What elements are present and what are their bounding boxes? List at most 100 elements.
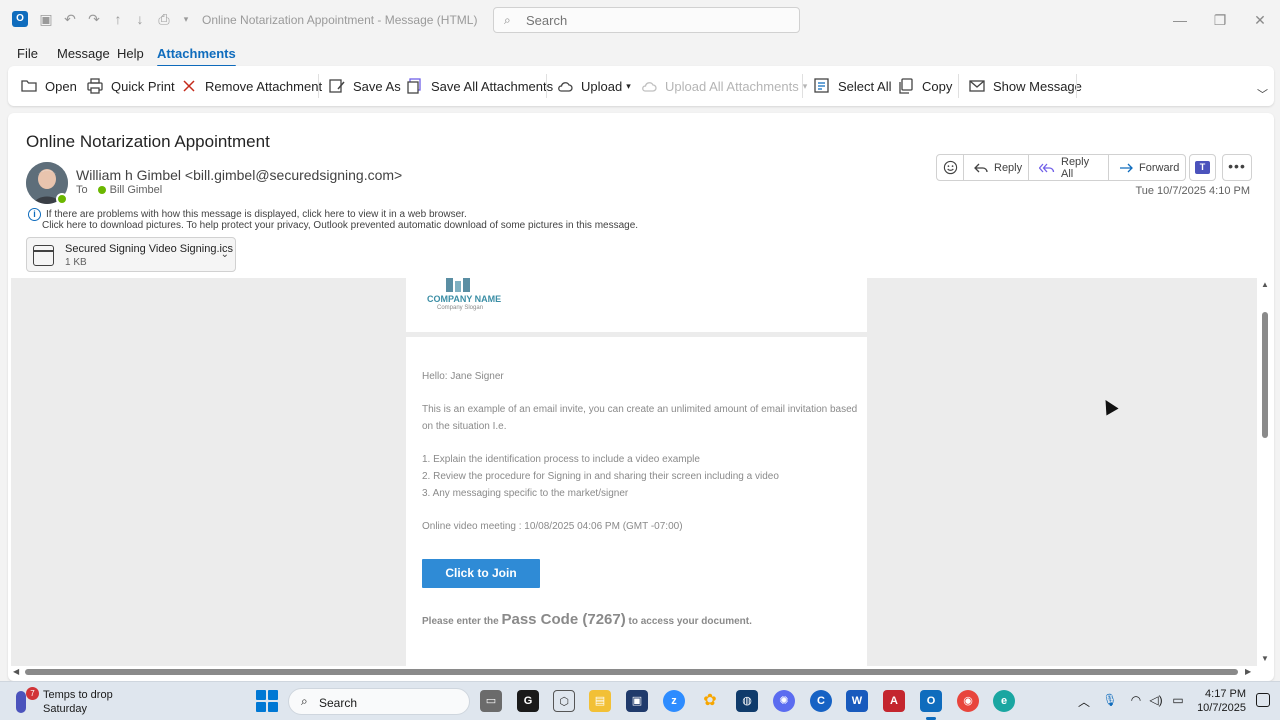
app-hexagon-icon[interactable]: ⬡ bbox=[553, 690, 575, 712]
company-slogan: Company Slogan bbox=[437, 305, 484, 311]
app-g-icon[interactable]: G bbox=[517, 690, 539, 712]
reply-all-button[interactable]: Reply All bbox=[1029, 155, 1109, 180]
reply-button[interactable]: Reply bbox=[964, 155, 1029, 180]
notification-center-icon[interactable] bbox=[1256, 693, 1270, 707]
word-icon[interactable]: W bbox=[846, 690, 868, 712]
redo-icon[interactable]: ↷ bbox=[86, 11, 102, 27]
message-subject: Online Notarization Appointment bbox=[26, 132, 270, 151]
copy-icon bbox=[897, 77, 915, 95]
ribbon-expand-chevron-icon[interactable]: ﹀ bbox=[1257, 86, 1268, 102]
save-icon[interactable]: ▣ bbox=[38, 11, 54, 27]
message-actions: Reply Reply All Forward bbox=[936, 154, 1186, 181]
edge-icon[interactable]: e bbox=[993, 690, 1015, 712]
ribbon-divider bbox=[1076, 74, 1077, 98]
save-all-attachments-button[interactable]: Save All Attachments bbox=[406, 66, 553, 106]
print-icon[interactable]: ⎙ bbox=[156, 11, 172, 27]
scroll-up-arrow-icon[interactable]: ▲ bbox=[1260, 280, 1270, 289]
copy-button[interactable]: Copy bbox=[897, 66, 952, 106]
forward-arrow-icon bbox=[1119, 162, 1133, 174]
window-title: Online Notarization Appointment - Messag… bbox=[202, 13, 478, 27]
weather-widget[interactable]: 7 Temps to drop Saturday bbox=[12, 687, 132, 717]
tab-message[interactable]: Message bbox=[57, 46, 110, 61]
select-all-button[interactable]: Select All bbox=[813, 66, 891, 106]
scroll-right-arrow-icon[interactable]: ▶ bbox=[1245, 667, 1251, 676]
chrome-icon[interactable]: ◉ bbox=[957, 690, 979, 712]
app-c-icon[interactable]: C bbox=[810, 690, 832, 712]
upload-button[interactable]: Upload ▾ bbox=[556, 66, 631, 106]
click-to-join-button[interactable]: Click to Join bbox=[422, 559, 540, 588]
recipient-name[interactable]: Bill Gimbel bbox=[110, 184, 163, 196]
search-box[interactable]: ⌕ bbox=[493, 7, 800, 33]
app-flower-icon[interactable]: ✿ bbox=[699, 690, 721, 712]
reply-arrow-icon bbox=[974, 162, 988, 174]
attachment-name: Secured Signing Video Signing.ics bbox=[65, 243, 233, 255]
zoom-icon[interactable]: z bbox=[663, 690, 685, 712]
show-hidden-icons-chevron-icon[interactable]: ︿ bbox=[1076, 693, 1092, 710]
outlook-taskbar-icon[interactable]: O bbox=[920, 690, 942, 720]
open-button[interactable]: Open bbox=[20, 66, 77, 106]
save-all-icon bbox=[406, 77, 424, 95]
info-text-web-view: If there are problems with how this mess… bbox=[46, 209, 467, 220]
vertical-scroll-thumb[interactable] bbox=[1262, 312, 1268, 438]
app-display-icon[interactable]: ▣ bbox=[626, 690, 648, 712]
info-bar-download-pictures[interactable]: Click here to download pictures. To help… bbox=[42, 220, 638, 231]
attachment-size: 1 KB bbox=[65, 257, 87, 268]
acrobat-icon[interactable]: A bbox=[883, 690, 905, 712]
reply-all-arrow-icon bbox=[1039, 162, 1055, 174]
calendar-file-icon bbox=[33, 245, 54, 266]
sender-name[interactable]: William h Gimbel <bill.gimbel@securedsig… bbox=[76, 167, 402, 183]
ribbon-divider bbox=[958, 74, 959, 98]
react-button[interactable] bbox=[937, 155, 964, 180]
upload-all-attachments-label: Upload All Attachments bbox=[665, 78, 799, 94]
teams-button[interactable]: T bbox=[1189, 154, 1216, 181]
more-actions-button[interactable]: ••• bbox=[1222, 154, 1252, 181]
select-all-icon bbox=[813, 77, 831, 95]
to-label: To bbox=[76, 184, 88, 196]
remove-attachment-button[interactable]: Remove Attachment bbox=[180, 66, 322, 106]
tab-attachments[interactable]: Attachments bbox=[157, 46, 236, 67]
close-icon[interactable]: ✕ bbox=[1250, 10, 1270, 30]
tab-file[interactable]: File bbox=[17, 46, 38, 61]
microphone-icon[interactable]: 🎙 bbox=[1102, 693, 1118, 707]
customize-toolbar-icon[interactable]: ▾ bbox=[178, 11, 194, 27]
tab-help[interactable]: Help bbox=[117, 46, 144, 61]
file-explorer-icon[interactable]: ▤ bbox=[589, 690, 611, 712]
app-globe-icon[interactable]: ◍ bbox=[736, 690, 758, 712]
wifi-icon[interactable]: ◠ bbox=[1128, 693, 1144, 707]
windows-start-icon[interactable] bbox=[256, 690, 278, 712]
ribbon: Open Quick Print Remove Attachment Save … bbox=[8, 66, 1274, 106]
chevron-down-icon[interactable]: ⌄ bbox=[221, 249, 229, 260]
battery-icon[interactable]: ▭ bbox=[1170, 693, 1186, 707]
taskbar: 7 Temps to drop Saturday ⌕ Search ▭ G ⬡ … bbox=[0, 681, 1280, 720]
scroll-left-arrow-icon[interactable]: ◀ bbox=[13, 667, 19, 676]
restore-icon[interactable]: ❐ bbox=[1210, 10, 1230, 30]
greeting: Hello: Jane Signer bbox=[422, 371, 504, 382]
show-message-button[interactable]: Show Message bbox=[968, 66, 1082, 106]
minimize-icon[interactable]: — bbox=[1170, 10, 1190, 30]
quick-print-button[interactable]: Quick Print bbox=[86, 66, 175, 106]
attachment-card[interactable]: Secured Signing Video Signing.ics 1 KB ⌄ bbox=[26, 237, 236, 272]
forward-button[interactable]: Forward bbox=[1109, 155, 1185, 180]
reply-all-label: Reply All bbox=[1061, 155, 1090, 180]
app-star-icon[interactable]: ✺ bbox=[773, 690, 795, 712]
weather-day: Saturday bbox=[43, 703, 88, 715]
remove-attachment-label: Remove Attachment bbox=[205, 78, 323, 94]
recipient-presence-icon bbox=[97, 186, 106, 194]
search-input[interactable] bbox=[526, 11, 786, 29]
horizontal-scrollbar[interactable]: ◀ ▶ bbox=[11, 666, 1257, 678]
search-icon: ⌕ bbox=[504, 13, 511, 27]
undo-icon[interactable]: ↶ bbox=[62, 11, 78, 27]
speaker-icon[interactable]: ◁) bbox=[1148, 693, 1164, 707]
horizontal-scroll-thumb[interactable] bbox=[25, 669, 1238, 675]
save-as-button[interactable]: Save As bbox=[328, 66, 401, 106]
system-clock[interactable]: 4:17 PM 10/7/2025 bbox=[1197, 687, 1246, 715]
passcode-value: Pass Code (7267) bbox=[501, 611, 626, 628]
task-view-icon[interactable]: ▭ bbox=[480, 690, 502, 712]
taskbar-search[interactable]: ⌕ Search bbox=[288, 688, 470, 715]
upload-all-attachments-button[interactable]: Upload All Attachments ▾ bbox=[640, 66, 807, 106]
scroll-down-arrow-icon[interactable]: ▼ bbox=[1260, 654, 1270, 663]
next-item-icon[interactable]: ↓ bbox=[132, 11, 148, 27]
vertical-scrollbar[interactable]: ▲ ▼ bbox=[1259, 278, 1271, 666]
forward-label: Forward bbox=[1139, 161, 1180, 174]
previous-item-icon[interactable]: ↑ bbox=[110, 11, 126, 27]
